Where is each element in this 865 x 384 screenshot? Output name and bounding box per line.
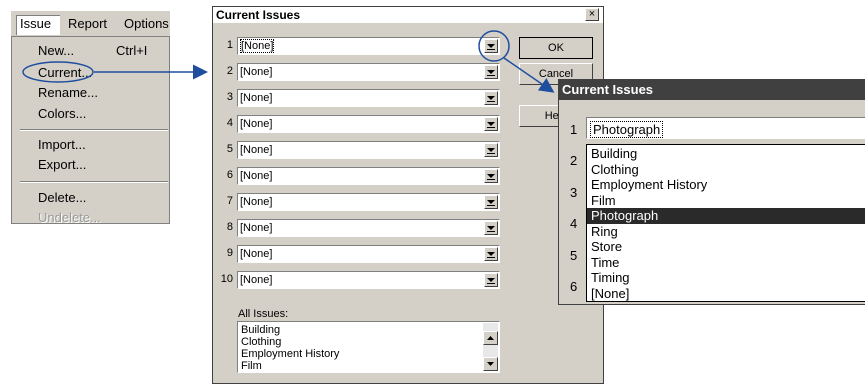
issue-combo-10[interactable]: [None]: [237, 271, 500, 289]
menu-item-undelete: Undelete...: [38, 210, 101, 225]
dropdown-button[interactable]: [484, 65, 498, 79]
combo-value: [None]: [240, 274, 273, 286]
combo-value: [None]: [240, 118, 273, 130]
dropdown-button[interactable]: [484, 117, 498, 131]
combo-selected-value: Photograph: [590, 121, 664, 138]
row-number: 9: [226, 247, 233, 259]
row-number: 4: [570, 216, 578, 231]
chevron-down-icon: [487, 252, 495, 258]
issue-combo-1[interactable]: [None]: [237, 37, 500, 55]
dropdown-button[interactable]: [484, 247, 498, 261]
menu-item-delete[interactable]: Delete...: [38, 190, 86, 205]
menu-item-colors[interactable]: Colors...: [38, 106, 86, 121]
menu-item-current[interactable]: Current...: [38, 65, 92, 80]
arrow-down-icon: [487, 362, 494, 366]
dropdown-option[interactable]: Time: [587, 255, 865, 271]
chevron-down-icon: [487, 44, 495, 50]
dialog-title: Current Issues: [562, 82, 654, 97]
chevron-down-icon: [487, 148, 495, 154]
dropdown-option[interactable]: Ring: [587, 224, 865, 240]
dropdown-option[interactable]: Store: [587, 239, 865, 255]
dropdown-button[interactable]: [484, 195, 498, 209]
all-issues-label: All Issues:: [238, 308, 289, 320]
issue-combo-6[interactable]: [None]: [237, 167, 500, 185]
menubar-item-options[interactable]: Options: [124, 16, 169, 31]
arrow-up-icon: [487, 336, 494, 340]
dropdown-button[interactable]: [484, 91, 498, 105]
combo-value: [None]: [240, 222, 273, 234]
issue-dropdown-list[interactable]: Building Clothing Employment History Fil…: [586, 144, 865, 302]
menu-separator: [20, 129, 168, 131]
row-number: 3: [226, 91, 233, 103]
issue-combo-2[interactable]: [None]: [237, 63, 500, 81]
issue-combo-4[interactable]: [None]: [237, 115, 500, 133]
chevron-down-icon: [487, 70, 495, 76]
dropdown-button[interactable]: [484, 143, 498, 157]
menu-item-new-shortcut: Ctrl+I: [116, 43, 148, 58]
dropdown-option[interactable]: Timing: [587, 270, 865, 286]
menu-item-export[interactable]: Export...: [38, 157, 86, 172]
chevron-down-icon: [487, 200, 495, 206]
menu-item-new[interactable]: New...: [38, 43, 74, 58]
dropdown-button[interactable]: [484, 221, 498, 235]
dropdown-option[interactable]: Employment History: [587, 177, 865, 193]
all-issues-listbox[interactable]: Building Clothing Employment History Fil…: [237, 321, 500, 373]
combo-value: [None]: [240, 196, 273, 208]
dropdown-option[interactable]: Building: [587, 146, 865, 162]
menu-item-import[interactable]: Import...: [38, 137, 86, 152]
chevron-down-icon: [487, 278, 495, 284]
dropdown-option-selected[interactable]: Photograph: [587, 208, 865, 224]
row-number: 5: [570, 248, 578, 263]
row-number: 5: [226, 143, 233, 155]
dropdown-option[interactable]: Clothing: [587, 162, 865, 178]
dropdown-button[interactable]: [484, 169, 498, 183]
row-number: 2: [570, 153, 578, 168]
combo-value: [None]: [240, 39, 275, 53]
list-item[interactable]: Employment History: [241, 348, 339, 360]
row-number: 3: [570, 185, 578, 200]
close-icon: ×: [588, 8, 596, 20]
combo-value: [None]: [240, 248, 273, 260]
issue-combo-5[interactable]: [None]: [237, 141, 500, 159]
list-item[interactable]: Film: [241, 360, 262, 372]
list-item[interactable]: Building: [241, 324, 280, 336]
menu-item-rename[interactable]: Rename...: [38, 85, 98, 100]
combo-value: [None]: [240, 66, 273, 78]
list-item[interactable]: Clothing: [241, 336, 281, 348]
row-number: 7: [226, 195, 233, 207]
issue-combo-7[interactable]: [None]: [237, 193, 500, 211]
row-number: 1: [226, 39, 233, 51]
listbox-scrollbar[interactable]: [483, 323, 498, 371]
dialog-title: Current Issues: [216, 8, 301, 22]
row-number: 1: [570, 122, 578, 137]
row-number: 6: [226, 169, 233, 181]
combo-value: [None]: [240, 170, 273, 182]
chevron-down-icon: [487, 174, 495, 180]
menu-separator: [20, 181, 168, 183]
chevron-down-icon: [487, 122, 495, 128]
dropdown-button[interactable]: [484, 273, 498, 287]
dropdown-option[interactable]: Film: [587, 193, 865, 209]
issue-combo-9[interactable]: [None]: [237, 245, 500, 263]
row-number: 2: [226, 65, 233, 77]
chevron-down-icon: [487, 96, 495, 102]
row-number: 4: [226, 117, 233, 129]
scroll-up-button[interactable]: [483, 331, 498, 345]
scroll-down-button[interactable]: [483, 357, 498, 371]
issue-combo-expanded[interactable]: Photograph: [586, 117, 865, 139]
ok-button[interactable]: OK: [519, 37, 593, 59]
row-number: 10: [220, 273, 233, 285]
dropdown-button[interactable]: [484, 39, 498, 53]
combo-value: [None]: [240, 144, 273, 156]
menubar-item-report[interactable]: Report: [68, 16, 107, 31]
chevron-down-icon: [487, 226, 495, 232]
menubar-item-issue[interactable]: Issue: [20, 16, 51, 31]
issue-combo-8[interactable]: [None]: [237, 219, 500, 237]
dropdown-option[interactable]: [None]: [587, 286, 865, 302]
row-number: 8: [226, 221, 233, 233]
combo-value: [None]: [240, 92, 273, 104]
close-button[interactable]: ×: [585, 8, 599, 21]
row-number: 6: [570, 279, 578, 294]
issue-combo-3[interactable]: [None]: [237, 89, 500, 107]
